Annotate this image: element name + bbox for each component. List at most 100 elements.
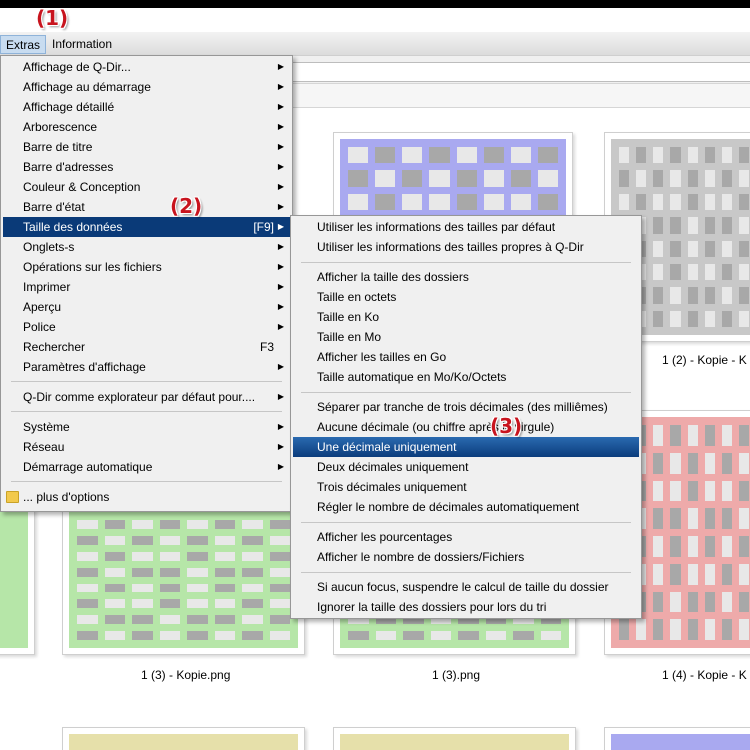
menu-separator	[301, 262, 631, 263]
submenu-item-taille-en-octets[interactable]: Taille en octets	[293, 287, 639, 307]
data-size-submenu: Utiliser les informations des tailles pa…	[290, 215, 642, 619]
thumbnail-caption: 1 (3).png	[432, 668, 481, 682]
menu-item-onglets-s[interactable]: Onglets-s ▶	[3, 237, 290, 257]
submenu-item-trois-decimales-uniquement[interactable]: Trois décimales uniquement	[293, 477, 639, 497]
submenu-arrow-icon: ▶	[277, 122, 284, 131]
submenu-item-une-decimale-uniquement[interactable]: Une décimale uniquement	[293, 437, 639, 457]
submenu-arrow-icon: ▶	[277, 182, 284, 191]
submenu-arrow-icon: ▶	[277, 322, 284, 331]
menu-item-label: Couleur & Conception	[23, 180, 141, 194]
menu-item-taille-des-donnees[interactable]: Taille des données [F9] ▶	[3, 217, 290, 237]
menu-item-label: Police	[23, 320, 56, 334]
menu-item-affichage-de-q-dir[interactable]: Affichage de Q-Dir... ▶	[3, 57, 290, 77]
thumbnail-image	[0, 512, 28, 648]
menu-item-label: Affichage de Q-Dir...	[23, 60, 131, 74]
menu-separator	[301, 392, 631, 393]
menu-item-affichage-detaille[interactable]: Affichage détaillé ▶	[3, 97, 290, 117]
thumbnail-yellow[interactable]	[62, 727, 305, 750]
menu-item-label: Imprimer	[23, 280, 71, 294]
menu-item-label: Système	[23, 420, 70, 434]
thumbnail-image	[69, 734, 298, 750]
thumbnail-green[interactable]	[62, 505, 305, 655]
menu-item-demarrage-automatique[interactable]: Démarrage automatique ▶	[3, 457, 290, 477]
menu-item-label: Démarrage automatique	[23, 460, 153, 474]
menu-item-label: Affichage détaillé	[23, 100, 115, 114]
menu-item-label: Aperçu	[23, 300, 62, 314]
submenu-item-afficher-les-tailles-en-go[interactable]: Afficher les tailles en Go	[293, 347, 639, 367]
thumbnail-green-left-edge[interactable]	[0, 505, 35, 655]
menu-item-label: ... plus d'options	[23, 490, 110, 504]
menu-item-label: Barre d'adresses	[23, 160, 114, 174]
toolbar-field[interactable]	[290, 62, 750, 82]
menu-item-barre-d-etat[interactable]: Barre d'état ▶	[3, 197, 290, 217]
menu-item-operations-sur-les-fichiers[interactable]: Opérations sur les fichiers ▶	[3, 257, 290, 277]
submenu-arrow-icon: ▶	[277, 222, 284, 231]
menu-item-label: Taille des données	[23, 220, 123, 234]
submenu-item-separer-par-tranche-de-trois-decimales-des-milliemes[interactable]: Séparer par tranche de trois décimales (…	[293, 397, 639, 417]
submenu-item-taille-automatique-en-mo-ko-octets[interactable]: Taille automatique en Mo/Ko/Octets	[293, 367, 639, 387]
submenu-arrow-icon: ▶	[277, 442, 284, 451]
submenu-arrow-icon: ▶	[277, 362, 284, 371]
submenu-item-utiliser-les-informations-des-tailles-propres-a-q-dir[interactable]: Utiliser les informations des tailles pr…	[293, 237, 639, 257]
menu-item-plus-d-options[interactable]: ... plus d'options	[3, 487, 290, 507]
submenu-arrow-icon: ▶	[277, 102, 284, 111]
menu-item-reseau[interactable]: Réseau ▶	[3, 437, 290, 457]
submenu-item-ignorer-la-taille-des-dossiers-pour-lors-du-tri[interactable]: Ignorer la taille des dossiers pour lors…	[293, 597, 639, 617]
folder-icon	[6, 491, 19, 503]
submenu-arrow-icon: ▶	[277, 422, 284, 431]
submenu-item-afficher-le-nombre-de-dossiers-fichiers[interactable]: Afficher le nombre de dossiers/Fichiers	[293, 547, 639, 567]
submenu-arrow-icon: ▶	[277, 262, 284, 271]
menu-item-affichage-au-demarrage[interactable]: Affichage au démarrage ▶	[3, 77, 290, 97]
menu-separator	[11, 481, 282, 482]
menu-item-barre-de-titre[interactable]: Barre de titre ▶	[3, 137, 290, 157]
submenu-item-afficher-les-pourcentages[interactable]: Afficher les pourcentages	[293, 527, 639, 547]
menu-item-q-dir-comme-explorateur-par-defaut-pour[interactable]: Q-Dir comme explorateur par défaut pour.…	[3, 387, 290, 407]
menu-extras[interactable]: Extras	[0, 35, 47, 54]
menu-item-label: Rechercher	[23, 340, 86, 354]
submenu-item-taille-en-ko[interactable]: Taille en Ko	[293, 307, 639, 327]
submenu-item-afficher-la-taille-des-dossiers[interactable]: Afficher la taille des dossiers	[293, 267, 639, 287]
submenu-item-aucune-decimale-ou-chiffre-apres-la-virgule[interactable]: Aucune décimale (ou chiffre après la vir…	[293, 417, 639, 437]
menu-item-label: Arborescence	[23, 120, 98, 134]
submenu-item-utiliser-les-informations-des-tailles-par-defaut[interactable]: Utiliser les informations des tailles pa…	[293, 217, 639, 237]
submenu-arrow-icon: ▶	[277, 142, 284, 151]
step-badge-2: (2)	[170, 194, 203, 218]
submenu-arrow-icon: ▶	[277, 242, 284, 251]
submenu-item-taille-en-mo[interactable]: Taille en Mo	[293, 327, 639, 347]
menu-item-imprimer[interactable]: Imprimer ▶	[3, 277, 290, 297]
submenu-arrow-icon: ▶	[277, 392, 284, 401]
menu-item-barre-d-adresses[interactable]: Barre d'adresses ▶	[3, 157, 290, 177]
submenu-item-si-aucun-focus-suspendre-le-calcul-de-taille-du-dossier[interactable]: Si aucun focus, suspendre le calcul de t…	[293, 577, 639, 597]
shortcut-label: F3	[259, 340, 274, 354]
menu-item-apercu[interactable]: Aperçu ▶	[3, 297, 290, 317]
menu-separator	[11, 381, 282, 382]
extras-menu: Affichage de Q-Dir... ▶ Affichage au démar…	[0, 55, 293, 512]
submenu-arrow-icon: ▶	[277, 62, 284, 71]
thumbnail-caption: 1 (3) - Kopie.png	[141, 668, 231, 682]
menu-item-systeme[interactable]: Système ▶	[3, 417, 290, 437]
menu-item-couleur-conception[interactable]: Couleur & Conception ▶	[3, 177, 290, 197]
submenu-arrow-icon: ▶	[277, 162, 284, 171]
thumbnail-yellow-2[interactable]	[333, 727, 576, 750]
menu-bar: Extras Information	[0, 32, 750, 56]
submenu-item-deux-decimales-uniquement[interactable]: Deux décimales uniquement	[293, 457, 639, 477]
thumbnail-caption: 1 (4) - Kopie - K	[662, 668, 747, 682]
submenu-arrow-icon: ▶	[277, 82, 284, 91]
thumbnail-blue-bottom[interactable]	[604, 727, 750, 750]
menu-item-label: Opérations sur les fichiers	[23, 260, 162, 274]
menu-separator	[301, 522, 631, 523]
menu-item-arborescence[interactable]: Arborescence ▶	[3, 117, 290, 137]
menu-item-parametres-d-affichage[interactable]: Paramètres d'affichage ▶	[3, 357, 290, 377]
submenu-arrow-icon: ▶	[277, 202, 284, 211]
menu-item-label: Barre d'état	[23, 200, 85, 214]
submenu-item-regler-le-nombre-de-decimales-automatiquement[interactable]: Régler le nombre de décimales automatiqu…	[293, 497, 639, 517]
menu-item-rechercher[interactable]: Rechercher F3	[3, 337, 290, 357]
submenu-arrow-icon: ▶	[277, 302, 284, 311]
menu-item-police[interactable]: Police ▶	[3, 317, 290, 337]
menu-information[interactable]: Information	[47, 35, 117, 54]
step-badge-3: (3)	[490, 414, 523, 438]
submenu-arrow-icon: ▶	[277, 462, 284, 471]
menu-item-label: Affichage au démarrage	[23, 80, 151, 94]
menu-item-label: Paramètres d'affichage	[23, 360, 146, 374]
thumbnail-image	[69, 512, 298, 648]
